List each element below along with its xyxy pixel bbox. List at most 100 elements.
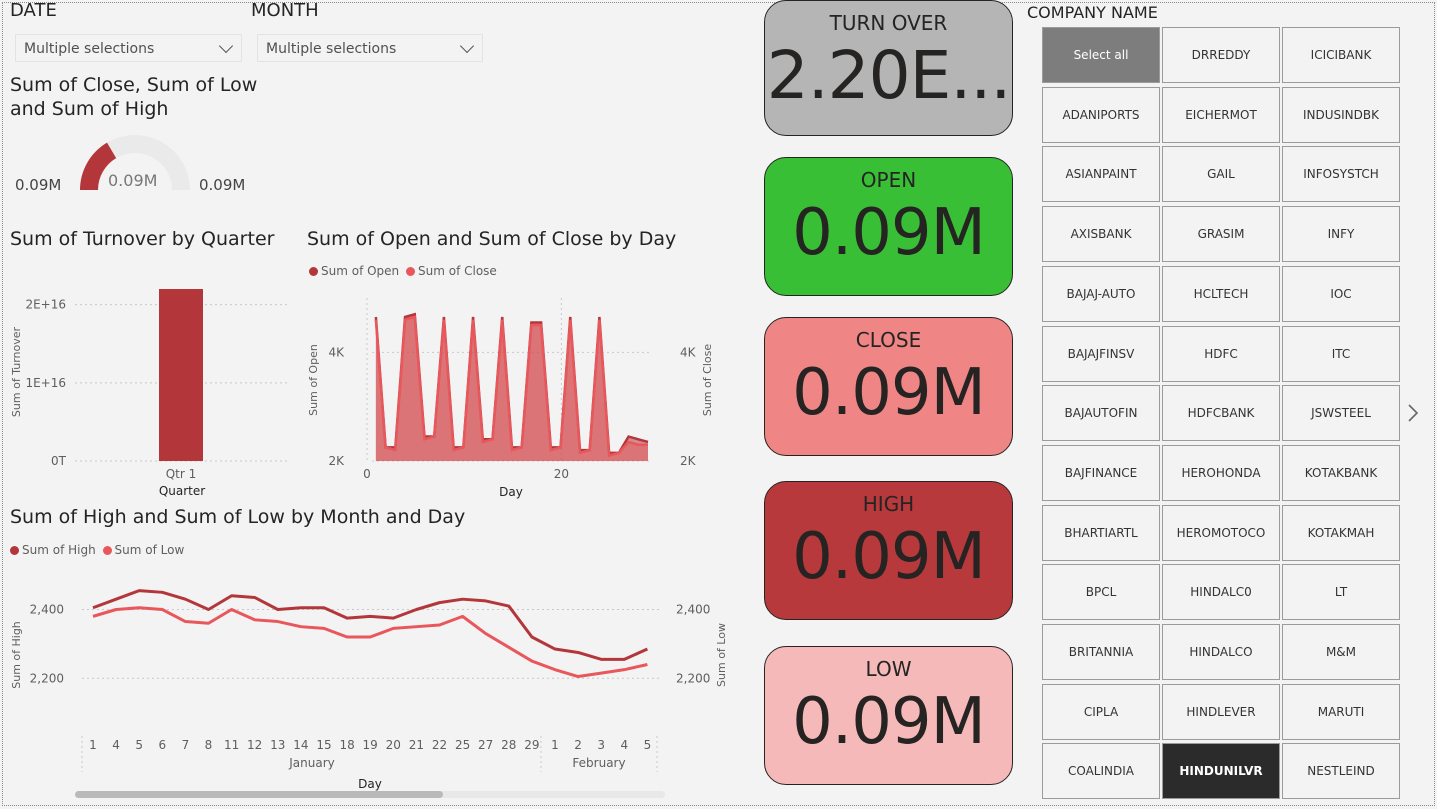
x-tick-label: 4 (620, 738, 628, 752)
turnover-card-value: 2.20E... (766, 37, 1012, 114)
y-tick-label: 0T (51, 454, 67, 468)
y-right-tick-label: 2K (680, 454, 697, 468)
turnover-card-label: TURN OVER (829, 11, 948, 35)
legend-dot (10, 546, 19, 555)
series-line-low (92, 606, 648, 679)
month-label: February (572, 756, 625, 770)
y-right-axis-title: Sum of Close (701, 344, 714, 416)
company-tile[interactable]: JSWSTEEL (1282, 385, 1400, 442)
month-slicer-title: MONTH (251, 0, 319, 21)
high-card-label: HIGH (862, 492, 915, 516)
legend-item-close[interactable]: Sum of Close (406, 264, 497, 278)
high-low-chart-title: Sum of High and Sum of Low by Month and … (10, 506, 466, 528)
company-tile[interactable]: DRREDDY (1162, 27, 1280, 83)
bar (159, 289, 203, 461)
month-slicer-dropdown[interactable]: Multiple selections (257, 34, 483, 62)
x-tick-label: 6 (158, 738, 166, 752)
open-close-chart-title: Sum of Open and Sum of Close by Day (307, 228, 677, 250)
scrollbar-thumb[interactable] (75, 791, 443, 798)
date-slicer-dropdown[interactable]: Multiple selections (15, 34, 242, 62)
select-all-tile[interactable]: Select all (1042, 27, 1160, 83)
open-card: OPEN 0.09M (764, 157, 1013, 296)
company-tile[interactable]: HINDALC0 (1162, 564, 1280, 621)
low-card: LOW 0.09M (764, 646, 1013, 785)
company-tile[interactable]: BAJFINANCE (1042, 444, 1160, 501)
y-right-axis-title: Sum of Low (715, 623, 728, 687)
chevron-down-icon (218, 38, 234, 54)
company-tile[interactable]: BAJAJ-AUTO (1042, 265, 1160, 322)
company-tile[interactable]: KOTAKBANK (1282, 444, 1400, 501)
date-slicer-value: Multiple selections (24, 41, 155, 57)
company-tile[interactable]: HEROMOTOCO (1162, 504, 1280, 561)
low-card-value: 0.09M (792, 685, 986, 759)
company-tile[interactable]: HINDLEVER (1162, 683, 1280, 740)
month-slicer-value: Multiple selections (266, 41, 397, 57)
company-tile[interactable]: INFOSYSTCH (1282, 146, 1400, 203)
company-tile[interactable]: AXISBANK (1042, 206, 1160, 263)
high-card: HIGH 0.09M (764, 481, 1013, 620)
x-tick-label: 12 (247, 738, 262, 752)
company-tile[interactable]: IOC (1282, 265, 1400, 322)
y-axis-title: Sum of Turnover (10, 326, 23, 417)
close-card-label: CLOSE (855, 328, 922, 352)
company-tile[interactable]: KOTAKMAH (1282, 504, 1400, 561)
company-tile[interactable]: EICHERMOT (1162, 86, 1280, 143)
company-tile[interactable]: ITC (1282, 325, 1400, 382)
company-slicer-title: COMPANY NAME (1027, 3, 1158, 22)
series-line-high (92, 589, 649, 661)
company-tile[interactable]: BAJAUTOFIN (1042, 385, 1160, 442)
company-tile[interactable]: ICICIBANK (1282, 27, 1400, 83)
turnover-chart-title: Sum of Turnover by Quarter (10, 228, 275, 250)
y-right-tick-label: 2,400 (676, 603, 710, 617)
x-tick-label: 7 (182, 738, 190, 752)
company-tile[interactable]: INDUSINDBK (1282, 86, 1400, 143)
company-tile[interactable]: BPCL (1042, 564, 1160, 621)
company-tile[interactable]: HINDUNILVR (1162, 743, 1280, 800)
company-tile[interactable]: INFY (1282, 206, 1400, 263)
x-tick-label: 27 (478, 738, 493, 752)
company-tile[interactable]: BHARTIARTL (1042, 504, 1160, 561)
chevron-right-icon[interactable] (1405, 402, 1421, 424)
x-tick-label: 29 (524, 738, 539, 752)
company-tile[interactable]: HINDALCO (1162, 624, 1280, 680)
company-tile[interactable]: BAJAJFINSV (1042, 325, 1160, 382)
turnover-bar-chart[interactable]: 0T 1E+16 2E+16 Qtr 1 Quarter Sum of Turnover (0, 280, 300, 505)
gauge-min-label: 0.09M (15, 176, 62, 194)
y-tick-label: 2E+16 (25, 298, 66, 312)
company-tile[interactable]: GAIL (1162, 146, 1280, 203)
x-tick-label: 8 (205, 738, 213, 752)
x-tick-label: 20 (554, 467, 569, 481)
x-tick-label: 20 (386, 738, 401, 752)
legend-item-low[interactable]: Sum of Low (102, 543, 184, 557)
company-tile[interactable]: LT (1282, 564, 1400, 621)
low-card-label: LOW (865, 657, 912, 681)
company-tile[interactable]: ASIANPAINT (1042, 146, 1160, 203)
x-tick-label: 21 (409, 738, 424, 752)
x-tick-label: 3 (597, 738, 605, 752)
company-tile[interactable]: MARUTI (1282, 683, 1400, 740)
y-tick-label: 2,400 (30, 603, 64, 617)
x-tick-label: 22 (432, 738, 447, 752)
company-tile[interactable]: GRASIM (1162, 206, 1280, 263)
month-label: January (288, 756, 335, 770)
y-tick-label: 4K (328, 345, 345, 359)
company-tile[interactable]: NESTLEIND (1282, 743, 1400, 800)
company-tile[interactable]: CIPLA (1042, 683, 1160, 740)
company-tile[interactable]: HDFCBANK (1162, 385, 1280, 442)
legend-item-open[interactable]: Sum of Open (309, 264, 399, 278)
turnover-card: TURN OVER 2.20E... (764, 0, 1013, 136)
high-card-value: 0.09M (792, 520, 986, 594)
company-tile[interactable]: COALINDIA (1042, 743, 1160, 800)
date-slicer-title: DATE (10, 0, 57, 21)
company-tile[interactable]: M&M (1282, 624, 1400, 680)
company-tile[interactable]: ADANIPORTS (1042, 86, 1160, 143)
x-tick-label: 5 (644, 738, 652, 752)
company-tile[interactable]: BRITANNIA (1042, 624, 1160, 680)
y-right-tick-label: 2,200 (676, 671, 710, 685)
company-tile[interactable]: HEROHONDA (1162, 444, 1280, 501)
company-tile[interactable]: HDFC (1162, 325, 1280, 382)
company-tile[interactable]: HCLTECH (1162, 265, 1280, 322)
open-close-area-chart[interactable]: 2K 2K 4K 4K 0 20 Day Sum of Open Sum of Close (300, 280, 730, 505)
high-low-line-chart[interactable]: 2,200 2,2002,400 2,4001 4 5 6 7 8 11 12 13 14 15 18 19… (0, 560, 740, 805)
legend-item-high[interactable]: Sum of High (10, 543, 96, 557)
